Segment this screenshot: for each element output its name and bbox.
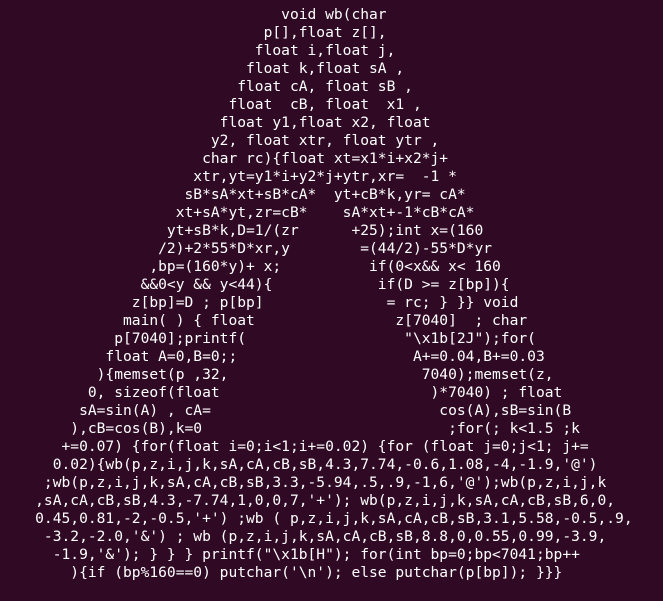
code-line: ,sA,cA,cB,sB,4.3,-7.74,1,0,0,7,'+'); wb(… <box>0 492 616 509</box>
code-line: float y1,float x2, float <box>0 114 431 131</box>
code-line: ){memset(p ,32, 7040);memset(z, <box>0 366 554 383</box>
code-line: main( ) { float z[7040] ; char <box>0 312 528 329</box>
code-line: xtr,yt=y1*i+y2*j+ytr,xr= -1 * <box>0 168 457 185</box>
code-line: ;wb(p,z,i,j,k,sA,cA,cB,sB,3.3,-5.94,.5,.… <box>0 474 607 491</box>
code-line: sA=sin(A) , cA= cos(A),sB=sin(B <box>0 402 572 419</box>
code-line: p[],float z[], <box>0 24 387 41</box>
terminal-window[interactable]: void wb(char p[],float z[], float i,floa… <box>0 0 663 601</box>
code-line: void wb(char <box>0 6 387 23</box>
code-line: z[bp]=D ; p[bp] = rc; } }} void <box>0 294 519 311</box>
source-code-text: void wb(char p[],float z[], float i,floa… <box>0 6 663 582</box>
code-line: float cB, float x1 , <box>0 96 422 113</box>
code-line: -1.9,'&'); } } } printf("\x1b[H"); for(i… <box>0 546 580 563</box>
code-line: sB*sA*xt+sB*cA* yt+cB*k,yr= cA* <box>0 186 466 203</box>
code-line: yt+sB*k,D=1/(zr +25);int x=(160 <box>0 222 484 239</box>
code-line: /2)+2*55*D*xr,y =(44/2)-55*D*yr <box>0 240 493 257</box>
code-line: 0.02){wb(p,z,i,j,k,sA,cA,cB,sB,4.3,7.74,… <box>0 456 598 473</box>
code-line: 0.45,0.81,-2,-0.5,'+') ;wb ( p,z,i,j,k,s… <box>0 510 633 527</box>
code-line: &&0<y && y<44){ if(D >= z[bp]){ <box>0 276 510 293</box>
code-line: +=0.07) {for(float i=0;i<1;i+=0.02) {for… <box>0 438 589 455</box>
code-line: float k,float sA , <box>0 60 405 77</box>
code-line: float cA, float sB , <box>0 78 413 95</box>
code-line: ){if (bp%160==0) putchar('\n'); else put… <box>0 564 563 581</box>
code-line: float i,float j, <box>0 42 396 59</box>
code-line: char rc){float xt=x1*i+x2*j+ <box>0 150 449 167</box>
code-line: float A=0,B=0;; A+=0.04,B+=0.03 <box>0 348 545 365</box>
code-line: xt+sA*yt,zr=cB* sA*xt+-1*cB*cA* <box>0 204 475 221</box>
code-line: p[7040];printf( "\x1b[2J");for( <box>0 330 536 347</box>
code-line: y2, float xtr, float ytr , <box>0 132 440 149</box>
code-line: ,bp=(160*y)+ x; if(0<x&& x< 160 <box>0 258 501 275</box>
code-line: 0, sizeof(float )*7040) ; float <box>0 384 563 401</box>
code-line: -3.2,-2.0,'&') ; wb (p,z,i,j,k,sA,cA,cB,… <box>0 528 607 545</box>
code-line: ),cB=cos(B),k=0 ;for(; k<1.5 ;k <box>0 420 580 437</box>
